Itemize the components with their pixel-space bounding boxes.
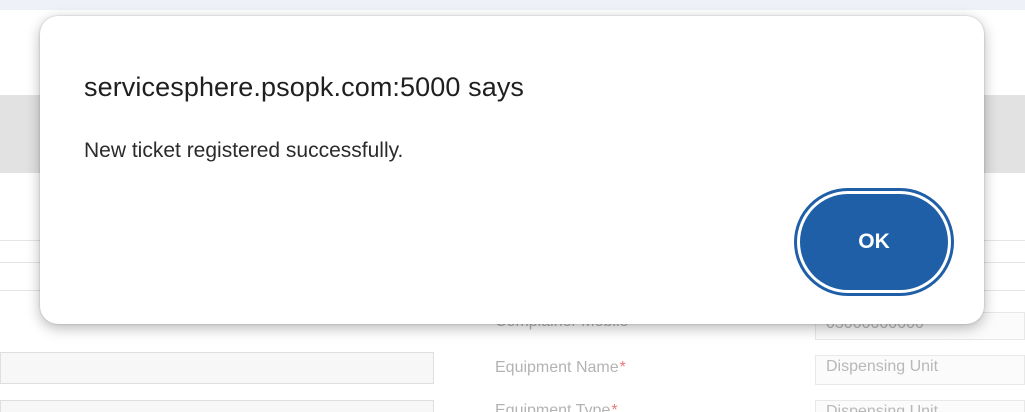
dialog-message: New ticket registered successfully.: [84, 139, 404, 162]
ok-button[interactable]: OK: [800, 194, 948, 290]
dialog-title: servicesphere.psopk.com:5000 says: [84, 72, 525, 102]
alert-dialog: servicesphere.psopk.com:5000 says New ti…: [40, 16, 984, 324]
